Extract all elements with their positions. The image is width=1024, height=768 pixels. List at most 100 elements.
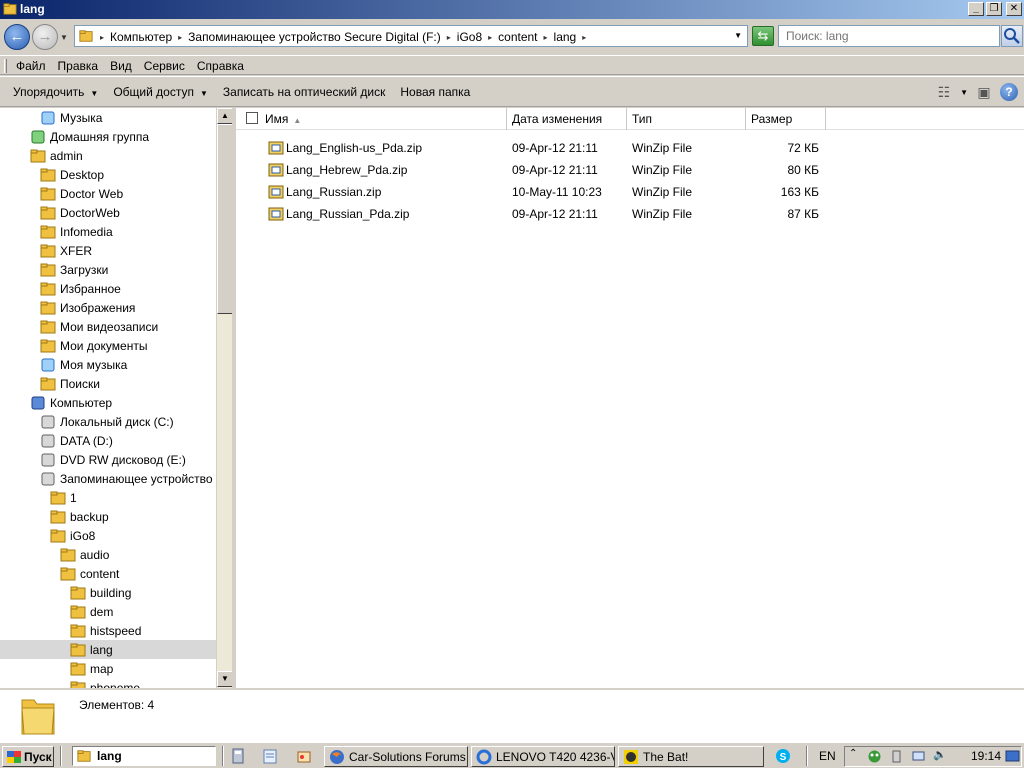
- column-type[interactable]: Тип: [627, 108, 746, 130]
- dvd-drive-icon: [41, 453, 55, 466]
- nav-item[interactable]: content: [0, 564, 216, 583]
- nav-item[interactable]: Избранное: [0, 279, 216, 298]
- nav-item[interactable]: Doctor Web: [0, 184, 216, 203]
- file-row[interactable]: Lang_English-us_Pda.zip 09-Apr-12 21:11 Wi…: [236, 137, 1024, 159]
- file-row[interactable]: Lang_Russian.zip 10-May-11 10:23 WinZip Fi…: [236, 181, 1024, 203]
- nav-item[interactable]: building: [0, 583, 216, 602]
- language-indicator[interactable]: EN: [819, 749, 836, 763]
- nav-item[interactable]: Desktop: [0, 165, 216, 184]
- preview-pane-icon[interactable]: ▣: [974, 83, 994, 101]
- file-row[interactable]: Lang_Hebrew_Pda.zip 09-Apr-12 21:11 WinZip…: [236, 159, 1024, 181]
- nav-item[interactable]: XFER: [0, 241, 216, 260]
- task-the-bat[interactable]: The Bat!: [618, 746, 764, 767]
- nav-item[interactable]: Мои документы: [0, 336, 216, 355]
- refresh-button[interactable]: ⇆: [752, 26, 774, 46]
- new-folder-button[interactable]: Новая папка: [393, 85, 478, 99]
- nav-item[interactable]: Infomedia: [0, 222, 216, 241]
- paint-icon[interactable]: [296, 748, 312, 764]
- nav-item[interactable]: Компьютер: [0, 393, 216, 412]
- breadcrumb-content[interactable]: content: [495, 30, 540, 44]
- nav-item[interactable]: iGo8: [0, 526, 216, 545]
- clock[interactable]: 19:14: [971, 749, 1001, 763]
- view-options-icon[interactable]: ☷: [934, 83, 954, 101]
- breadcrumb-separator-icon[interactable]: ▸: [485, 33, 495, 42]
- nav-item[interactable]: Поиски: [0, 374, 216, 393]
- search-input[interactable]: [779, 26, 999, 46]
- share-button[interactable]: Общий доступ ▼: [106, 85, 216, 99]
- breadcrumb-separator-icon[interactable]: ▸: [444, 33, 454, 42]
- nav-item[interactable]: DVD RW дисковод (E:): [0, 450, 216, 469]
- nav-item[interactable]: phoneme: [0, 678, 216, 688]
- antivirus-spider-icon[interactable]: [867, 749, 882, 764]
- search-box[interactable]: [778, 25, 1000, 47]
- skype-icon[interactable]: S: [775, 748, 791, 764]
- task-car-solutions[interactable]: Car-Solutions Forums ...: [324, 746, 468, 767]
- breadcrumb-igo8[interactable]: iGo8: [454, 30, 485, 44]
- network-icon[interactable]: [911, 749, 926, 764]
- menu-tools[interactable]: Сервис: [138, 59, 191, 73]
- task-lenovo[interactable]: LENOVO T420 4236-V...: [471, 746, 615, 767]
- nav-item[interactable]: Локальный диск (C:): [0, 412, 216, 431]
- burn-button[interactable]: Записать на оптический диск: [216, 85, 394, 99]
- select-all-checkbox[interactable]: [246, 112, 258, 124]
- nav-item-label: Музыка: [60, 110, 103, 125]
- menu-file[interactable]: Файл: [10, 59, 52, 73]
- breadcrumb-separator-icon[interactable]: ▸: [579, 33, 589, 42]
- notepad-icon[interactable]: [262, 748, 278, 764]
- nav-item[interactable]: dem: [0, 602, 216, 621]
- volume-icon[interactable]: 🔈: [933, 748, 948, 763]
- search-button[interactable]: [1001, 25, 1023, 47]
- column-size[interactable]: Размер: [746, 108, 826, 130]
- scroll-up-button[interactable]: ▲: [217, 108, 232, 124]
- breadcrumb-separator-icon[interactable]: ▸: [175, 33, 185, 42]
- start-button[interactable]: Пуск: [2, 746, 54, 767]
- nav-item[interactable]: DATA (D:): [0, 431, 216, 450]
- nav-item[interactable]: admin: [0, 146, 216, 165]
- menu-help[interactable]: Справка: [191, 59, 250, 73]
- show-hidden-icons-icon[interactable]: ⌃: [849, 748, 864, 763]
- forward-button[interactable]: →: [32, 24, 58, 50]
- breadcrumb-computer[interactable]: Компьютер: [107, 30, 175, 44]
- nav-item[interactable]: lang: [0, 640, 216, 659]
- scroll-down-button[interactable]: ▼: [217, 671, 232, 687]
- nav-item[interactable]: DoctorWeb: [0, 203, 216, 222]
- maximize-button[interactable]: ❐: [986, 2, 1002, 16]
- nav-item[interactable]: 1: [0, 488, 216, 507]
- scroll-thumb[interactable]: [217, 124, 232, 314]
- taskbar-address-box[interactable]: lang: [72, 746, 216, 766]
- minimize-button[interactable]: _: [968, 2, 984, 16]
- nav-item[interactable]: Моя музыка: [0, 355, 216, 374]
- nav-scrollbar[interactable]: ▲ ▼: [216, 108, 232, 688]
- nav-item[interactable]: Мои видеозаписи: [0, 317, 216, 336]
- column-date[interactable]: Дата изменения: [507, 108, 627, 130]
- view-dropdown-icon[interactable]: ▼: [960, 88, 968, 97]
- close-button[interactable]: ✕: [1006, 2, 1022, 16]
- show-desktop-icon[interactable]: [1005, 749, 1020, 764]
- breadcrumb-sd-card[interactable]: Запоминающее устройство Secure Digital (…: [185, 30, 444, 44]
- calculator-icon[interactable]: [230, 748, 246, 764]
- nav-item[interactable]: backup: [0, 507, 216, 526]
- help-icon[interactable]: ?: [1000, 83, 1018, 101]
- nav-item[interactable]: Музыка: [0, 108, 216, 127]
- usb-device-icon[interactable]: [889, 749, 904, 764]
- nav-item[interactable]: map: [0, 659, 216, 678]
- breadcrumb-separator-icon[interactable]: ▸: [97, 33, 107, 42]
- menu-view[interactable]: Вид: [104, 59, 138, 73]
- file-row[interactable]: Lang_Russian_Pda.zip 09-Apr-12 21:11 WinZi…: [236, 203, 1024, 225]
- address-bar[interactable]: ▸ Компьютер ▸ Запоминающее устройство Se…: [74, 25, 748, 47]
- nav-item[interactable]: histspeed: [0, 621, 216, 640]
- column-name[interactable]: Имя ▲: [260, 108, 507, 130]
- breadcrumb-separator-icon[interactable]: ▸: [541, 33, 551, 42]
- nav-item[interactable]: Запоминающее устройство Secure Digital (…: [0, 469, 216, 488]
- nav-item[interactable]: Домашняя группа: [0, 127, 216, 146]
- organize-button[interactable]: Упорядочить ▼: [6, 85, 106, 99]
- address-dropdown-icon[interactable]: ▼: [734, 31, 742, 40]
- back-button[interactable]: ←: [4, 24, 30, 50]
- nav-item[interactable]: Изображения: [0, 298, 216, 317]
- file-list-pane: Имя ▲ Дата изменения Тип Размер Lang_Engl…: [236, 108, 1024, 688]
- breadcrumb-lang[interactable]: lang: [551, 30, 580, 44]
- recent-pages-dropdown[interactable]: ▼: [60, 33, 68, 42]
- menu-edit[interactable]: Правка: [52, 59, 105, 73]
- nav-item[interactable]: Загрузки: [0, 260, 216, 279]
- nav-item[interactable]: audio: [0, 545, 216, 564]
